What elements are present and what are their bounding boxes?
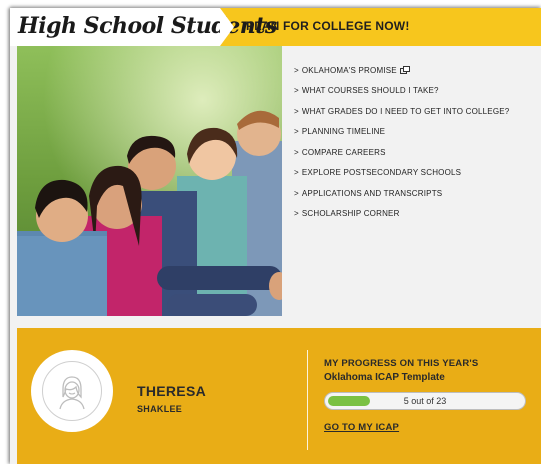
nav-item-courses[interactable]: > WHAT COURSES SHOULD I TAKE? [294, 81, 539, 102]
chevron-right-icon: > [294, 106, 299, 116]
logo-arrow-shape [220, 8, 234, 46]
nav-item-label: OKLAHOMA'S PROMISE [301, 65, 397, 75]
chevron-right-icon: > [294, 147, 299, 157]
nav-item-explore-schools[interactable]: > EXPLORE POSTSECONDARY SCHOOLS [294, 163, 539, 184]
progress-template-name: Oklahoma ICAP Template [324, 372, 445, 383]
plan-for-college-link[interactable]: PLAN FOR COLLEGE NOW! [246, 19, 410, 33]
progress-panel: THERESA SHAKLEE MY PROGRESS ON THIS YEAR… [17, 328, 541, 464]
app-frame: High School Students PLAN FOR COLLEGE NO… [10, 8, 541, 464]
nav-item-grades[interactable]: > WHAT GRADES DO I NEED TO GET INTO COLL… [294, 101, 539, 122]
nav-item-applications[interactable]: > APPLICATIONS AND TRANSCRIPTS [294, 183, 539, 204]
panel-divider [307, 350, 308, 450]
go-to-my-icap-link[interactable]: GO TO MY ICAP [324, 422, 399, 433]
nav-item-oklahomas-promise[interactable]: > OKLAHOMA'S PROMISE [294, 60, 539, 81]
page-header: High School Students PLAN FOR COLLEGE NO… [10, 8, 541, 46]
avatar [31, 350, 113, 432]
chevron-right-icon: > [294, 188, 299, 198]
nav-item-label: EXPLORE POSTSECONDARY SCHOOLS [301, 168, 462, 178]
nav-item-planning-timeline[interactable]: > PLANNING TIMELINE [294, 122, 539, 143]
chevron-right-icon: > [294, 86, 299, 96]
nav-item-label: APPLICATIONS AND TRANSCRIPTS [301, 188, 443, 198]
chevron-right-icon: > [294, 168, 299, 178]
nav-item-compare-careers[interactable]: > COMPARE CAREERS [294, 142, 539, 163]
person-avatar-icon [42, 361, 102, 421]
icap-progress-bar: 5 out of 23 [324, 392, 526, 410]
user-first-name: THERESA [137, 383, 206, 399]
nav-item-label: WHAT COURSES SHOULD I TAKE? [301, 86, 439, 96]
progress-text: 5 out of 23 [403, 396, 447, 406]
chevron-right-icon: > [294, 65, 299, 75]
external-link-icon [399, 66, 410, 75]
nav-item-label: SCHOLARSHIP CORNER [301, 209, 400, 219]
nav-item-label: WHAT GRADES DO I NEED TO GET INTO COLLEG… [301, 106, 510, 116]
chevron-right-icon: > [294, 209, 299, 219]
site-logo: High School Students [18, 13, 277, 39]
logo-banner: High School Students [10, 8, 277, 46]
nav-item-label: PLANNING TIMELINE [301, 127, 386, 137]
progress-heading: MY PROGRESS ON THIS YEAR'S [324, 358, 479, 369]
nav-item-scholarship-corner[interactable]: > SCHOLARSHIP CORNER [294, 204, 539, 225]
user-last-name: SHAKLEE [137, 404, 183, 414]
chevron-right-icon: > [294, 127, 299, 137]
resource-nav: > OKLAHOMA'S PROMISE > WHAT COURSES SHOU… [294, 60, 539, 224]
nav-item-label: COMPARE CAREERS [301, 147, 386, 157]
students-photo [17, 46, 282, 316]
